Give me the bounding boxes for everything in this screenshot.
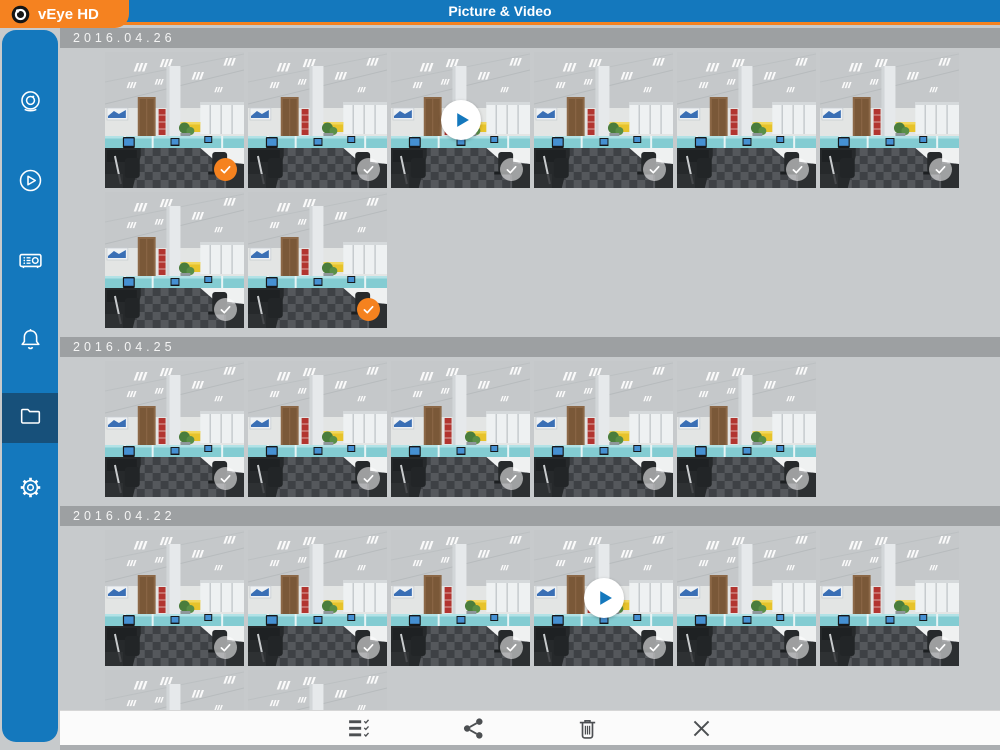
check-icon[interactable] [786, 467, 809, 490]
check-icon[interactable] [643, 636, 666, 659]
date-header: 2016.04.25 [60, 337, 1000, 357]
top-bar: Picture & Video [0, 0, 1000, 25]
thumbnail-row [60, 361, 1000, 497]
thumbnail-photo[interactable] [248, 361, 387, 497]
check-icon[interactable] [500, 158, 523, 181]
thumbnail-photo[interactable] [248, 52, 387, 188]
sidebar-item-camera[interactable] [2, 80, 58, 130]
page-title: Picture & Video [448, 3, 552, 19]
sidebar-item-playback[interactable] [2, 158, 58, 208]
gallery-section: 2016.04.25 [60, 337, 1000, 497]
sidebar-item-device[interactable] [2, 238, 58, 288]
folder-icon [17, 402, 44, 434]
thumbnail-photo[interactable] [677, 530, 816, 666]
check-icon[interactable] [786, 636, 809, 659]
check-icon[interactable] [786, 158, 809, 181]
check-icon[interactable] [643, 158, 666, 181]
sidebar-item-settings[interactable] [2, 465, 58, 515]
play-icon [457, 113, 469, 127]
check-icon[interactable] [357, 158, 380, 181]
thumbnail-photo[interactable] [105, 192, 244, 328]
check-icon[interactable] [214, 158, 237, 181]
gear-icon [17, 474, 44, 506]
thumbnail-photo[interactable] [391, 530, 530, 666]
check-icon[interactable] [357, 636, 380, 659]
thumbnail-row [60, 530, 1000, 666]
bottom-toolbar [60, 710, 1000, 750]
thumbnail-photo[interactable] [105, 52, 244, 188]
check-icon[interactable] [357, 298, 380, 321]
multi-select-icon [346, 715, 373, 742]
sidebar-item-files[interactable] [2, 393, 58, 443]
thumbnail-row [60, 52, 1000, 188]
play-circle-icon [17, 167, 44, 199]
thumbnail-photo[interactable] [677, 361, 816, 497]
date-header: 2016.04.22 [60, 506, 1000, 526]
check-icon[interactable] [357, 467, 380, 490]
play-icon [600, 591, 612, 605]
check-icon[interactable] [500, 467, 523, 490]
thumbnail-photo[interactable] [391, 361, 530, 497]
brand-logo-icon [11, 5, 30, 23]
thumbnail-photo[interactable] [820, 52, 959, 188]
brand-name: vEye HD [38, 5, 99, 23]
thumbnail-photo[interactable] [248, 192, 387, 328]
sidebar [2, 30, 58, 742]
thumbnail-photo[interactable] [677, 52, 816, 188]
thumbnail-row [60, 192, 1000, 328]
brand-tab: vEye HD [0, 0, 129, 28]
delete-button[interactable] [564, 713, 610, 743]
play-button-overlay[interactable] [583, 578, 624, 618]
thumbnail-video[interactable] [391, 52, 530, 188]
close-icon [688, 715, 715, 742]
webcam-icon [17, 89, 44, 121]
bell-icon [17, 326, 44, 358]
thumbnail-photo[interactable] [105, 530, 244, 666]
check-icon[interactable] [929, 636, 952, 659]
recorder-icon [17, 247, 44, 279]
check-icon[interactable] [500, 636, 523, 659]
gallery: 2016.04.26 2016.04.25 2016.04.22 [60, 25, 1000, 750]
check-icon[interactable] [214, 636, 237, 659]
thumbnail-photo[interactable] [105, 361, 244, 497]
sidebar-item-alarm[interactable] [2, 317, 58, 367]
share-icon [460, 715, 487, 742]
play-button-overlay[interactable] [440, 100, 481, 140]
gallery-section: 2016.04.26 [60, 28, 1000, 328]
thumbnail-video[interactable] [534, 530, 673, 666]
select-all-button[interactable] [336, 713, 382, 743]
check-icon[interactable] [214, 467, 237, 490]
date-header: 2016.04.26 [60, 28, 1000, 48]
thumbnail-photo[interactable] [820, 530, 959, 666]
check-icon[interactable] [214, 298, 237, 321]
check-icon[interactable] [929, 158, 952, 181]
thumbnail-photo[interactable] [248, 530, 387, 666]
share-button[interactable] [450, 713, 496, 743]
thumbnail-photo[interactable] [534, 361, 673, 497]
close-button[interactable] [678, 713, 724, 743]
thumbnail-photo[interactable] [534, 52, 673, 188]
check-icon[interactable] [643, 467, 666, 490]
trash-icon [574, 715, 601, 742]
